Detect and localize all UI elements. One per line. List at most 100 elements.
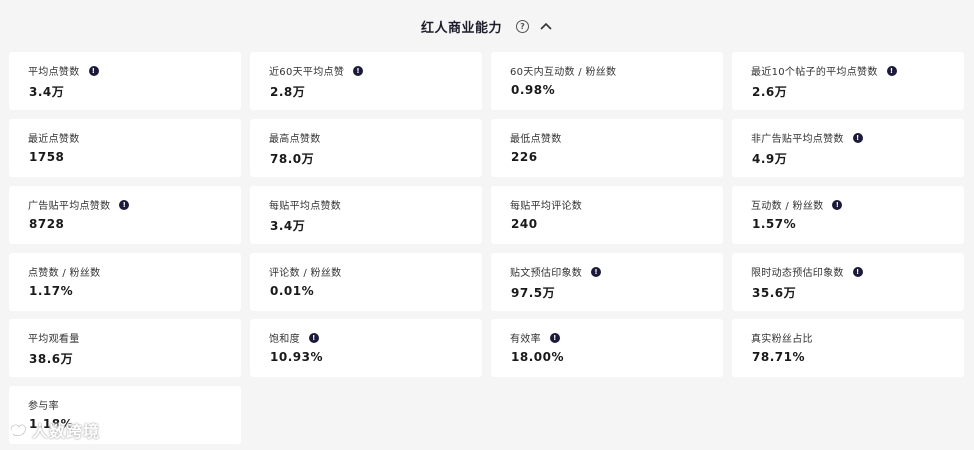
- help-icon[interactable]: ?: [516, 19, 529, 33]
- metric-card: 近60天平均点赞! 2.8万: [250, 52, 482, 110]
- metric-value: 2.6万: [752, 85, 788, 99]
- metric-label-text: 饱和度: [269, 334, 300, 345]
- section-title: 红人商业能力: [420, 20, 502, 36]
- metric-card: 每贴平均点赞数 3.4万: [250, 186, 482, 244]
- info-icon[interactable]: !: [353, 65, 364, 76]
- metric-label-text: 限时动态预估印象数: [751, 268, 844, 279]
- info-icon[interactable]: !: [549, 332, 560, 343]
- info-icon[interactable]: !: [832, 199, 843, 210]
- metric-label-text: 最近10个帖子的平均点赞数: [751, 67, 878, 78]
- info-icon[interactable]: !: [119, 199, 130, 210]
- metric-label-text: 真实粉丝占比: [751, 334, 813, 345]
- metric-label: 参与率: [28, 397, 59, 412]
- metric-card: 每贴平均评论数 240: [491, 186, 723, 244]
- info-icon[interactable]: !: [591, 266, 602, 277]
- metric-label: 平均观看量: [28, 330, 80, 345]
- metric-label: 60天内互动数 / 粉丝数: [510, 63, 616, 78]
- info-icon[interactable]: !: [886, 65, 897, 76]
- commercial-ability-panel: 红人商业能力 ? 平均点赞数! 3.4万 近60天平均点赞! 2.8万 60天内互动数 …: [0, 0, 974, 450]
- metric-label: 贴文预估印象数!: [510, 264, 602, 279]
- metric-label-text: 最近点赞数: [28, 134, 80, 145]
- metric-label: 最近10个帖子的平均点赞数!: [751, 63, 897, 78]
- metric-value: 226: [511, 150, 538, 164]
- info-icon[interactable]: !: [852, 266, 863, 277]
- metric-value: 38.6万: [29, 352, 74, 366]
- metric-card: 贴文预估印象数! 97.5万: [491, 253, 723, 311]
- metric-label: 有效率!: [510, 330, 560, 345]
- metric-label: 限时动态预估印象数!: [751, 264, 863, 279]
- metric-label: 评论数 / 粉丝数: [269, 264, 341, 279]
- metric-card: 平均观看量 38.6万: [9, 319, 241, 377]
- metric-label: 最高点赞数: [269, 130, 321, 145]
- info-icon[interactable]: !: [852, 132, 863, 143]
- metric-label-text: 最高点赞数: [269, 134, 321, 145]
- metric-label: 每贴平均评论数: [510, 197, 582, 212]
- metric-label-text: 点赞数 / 粉丝数: [28, 268, 101, 279]
- metric-value: 97.5万: [511, 286, 556, 300]
- metric-label-text: 互动数 / 粉丝数: [751, 201, 824, 212]
- metric-value: 0.01%: [270, 284, 315, 298]
- metric-card: 饱和度! 10.93%: [250, 319, 482, 377]
- metric-card: 平均点赞数! 3.4万: [9, 52, 241, 110]
- metric-label-text: 广告贴平均点赞数: [28, 201, 111, 212]
- metric-value: 3.4万: [270, 219, 306, 233]
- watermark-logo-icon: [9, 423, 27, 437]
- metric-label: 非广告贴平均点赞数!: [751, 130, 863, 145]
- metric-label: 平均点赞数!: [28, 63, 99, 78]
- metric-label: 饱和度!: [269, 330, 319, 345]
- metric-value: 8728: [29, 217, 65, 231]
- metric-label-text: 平均点赞数: [28, 67, 80, 78]
- metric-label-text: 贴文预估印象数: [510, 268, 583, 279]
- metric-value: 18.00%: [511, 350, 564, 364]
- metric-label-text: 近60天平均点赞: [269, 67, 345, 78]
- metric-value: 2.8万: [270, 85, 306, 99]
- metric-value: 1.57%: [752, 217, 797, 231]
- metric-value: 10.93%: [270, 350, 323, 364]
- chevron-up-icon[interactable]: [539, 19, 553, 33]
- metric-card: 评论数 / 粉丝数 0.01%: [250, 253, 482, 311]
- metric-label-text: 有效率: [510, 334, 541, 345]
- metric-value: 240: [511, 217, 538, 231]
- metric-label-text: 60天内互动数 / 粉丝数: [510, 67, 617, 78]
- metric-card: 最高点赞数 78.0万: [250, 119, 482, 177]
- metric-card: 最低点赞数 226: [491, 119, 723, 177]
- watermark: 人数跨境: [8, 418, 100, 442]
- metric-label: 最低点赞数: [510, 130, 562, 145]
- metric-label-text: 每贴平均点赞数: [269, 201, 342, 212]
- metric-label: 最近点赞数: [28, 130, 80, 145]
- metric-card: 最近点赞数 1758: [9, 119, 241, 177]
- section-header[interactable]: 红人商业能力 ?: [0, 14, 974, 38]
- metric-label: 广告贴平均点赞数!: [28, 197, 130, 212]
- metric-card: 最近10个帖子的平均点赞数! 2.6万: [732, 52, 964, 110]
- metric-card: 限时动态预估印象数! 35.6万: [732, 253, 964, 311]
- metric-label-text: 每贴平均评论数: [510, 201, 583, 212]
- watermark-text: 人数跨境: [32, 422, 101, 441]
- metric-value: 78.0万: [270, 152, 315, 166]
- metric-label: 真实粉丝占比: [751, 330, 813, 345]
- metric-card: 互动数 / 粉丝数! 1.57%: [732, 186, 964, 244]
- info-icon[interactable]: !: [308, 332, 319, 343]
- info-icon[interactable]: !: [88, 65, 99, 76]
- metric-value: 78.71%: [752, 350, 805, 364]
- metric-label: 互动数 / 粉丝数!: [751, 197, 843, 212]
- metric-label: 每贴平均点赞数: [269, 197, 341, 212]
- metric-value: 1.17%: [29, 284, 74, 298]
- metric-card: 有效率! 18.00%: [491, 319, 723, 377]
- metric-card: 真实粉丝占比 78.71%: [732, 319, 964, 377]
- metric-value: 3.4万: [29, 85, 65, 99]
- metric-label: 近60天平均点赞!: [269, 63, 364, 78]
- metric-value: 35.6万: [752, 286, 797, 300]
- metric-value: 1758: [29, 150, 65, 164]
- metric-label: 点赞数 / 粉丝数: [28, 264, 100, 279]
- metric-card: 点赞数 / 粉丝数 1.17%: [9, 253, 241, 311]
- metric-card: 非广告贴平均点赞数! 4.9万: [732, 119, 964, 177]
- metric-label-text: 参与率: [28, 401, 59, 412]
- metric-label-text: 评论数 / 粉丝数: [269, 268, 342, 279]
- metric-value: 4.9万: [752, 152, 788, 166]
- metric-label-text: 平均观看量: [28, 334, 80, 345]
- metric-label-text: 最低点赞数: [510, 134, 562, 145]
- metric-label-text: 非广告贴平均点赞数: [751, 134, 844, 145]
- metric-card: 60天内互动数 / 粉丝数 0.98%: [491, 52, 723, 110]
- metric-value: 0.98%: [511, 83, 556, 97]
- metric-card: 广告贴平均点赞数! 8728: [9, 186, 241, 244]
